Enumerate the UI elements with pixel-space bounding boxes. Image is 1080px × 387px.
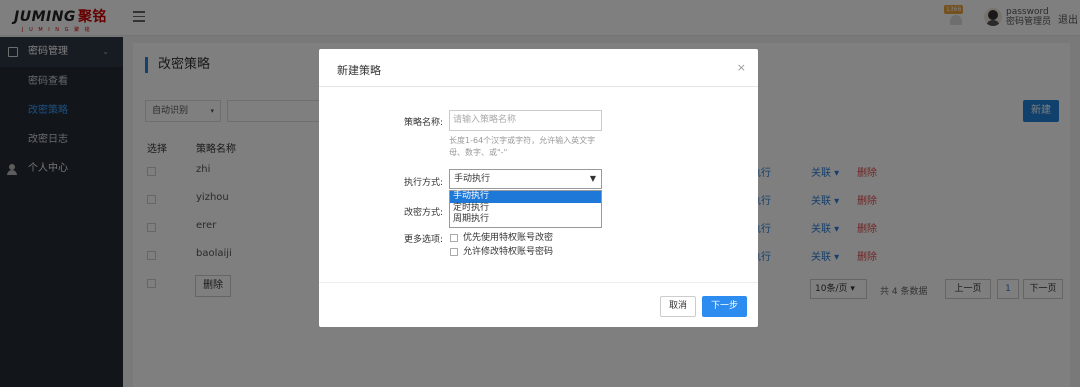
exec-mode-options: 手动执行 定时执行 周期执行 [449, 190, 602, 228]
next-step-button[interactable]: 下一步 [702, 296, 747, 317]
option-label: 允许修改特权账号密码 [463, 247, 554, 257]
exec-mode-value: 手动执行 [454, 174, 491, 184]
exec-mode-select[interactable]: 手动执行 ▼ [449, 169, 602, 189]
divider [319, 282, 758, 283]
close-icon[interactable]: × [737, 61, 746, 74]
policy-name-label: 策略名称: [403, 118, 443, 128]
divider [319, 86, 758, 87]
exec-option-periodic[interactable]: 周期执行 [450, 214, 601, 226]
exec-option-scheduled[interactable]: 定时执行 [450, 203, 601, 215]
dialog-title: 新建策略 [337, 64, 381, 77]
chevron-down-icon: ▼ [589, 174, 596, 183]
policy-name-input[interactable]: 请输入策略名称 [449, 110, 602, 131]
option-allow-priv-change-checkbox[interactable]: 允许修改特权账号密码 [450, 246, 553, 258]
option-label: 优先使用特权账号改密 [463, 233, 554, 243]
exec-option-manual[interactable]: 手动执行 [450, 191, 601, 203]
more-options-label: 更多选项: [403, 235, 443, 245]
cancel-button[interactable]: 取消 [660, 296, 696, 317]
option-priv-account-checkbox[interactable]: 优先使用特权账号改密 [450, 232, 553, 244]
new-policy-dialog: 新建策略 × 策略名称: 请输入策略名称 长度1-64个汉字或字符，允许输入英文… [319, 49, 758, 327]
policy-name-hint: 长度1-64个汉字或字符，允许输入英文字母、数字、或"-" [449, 136, 596, 157]
exec-mode-label: 执行方式: [403, 178, 443, 188]
change-mode-label: 改密方式: [403, 208, 443, 218]
